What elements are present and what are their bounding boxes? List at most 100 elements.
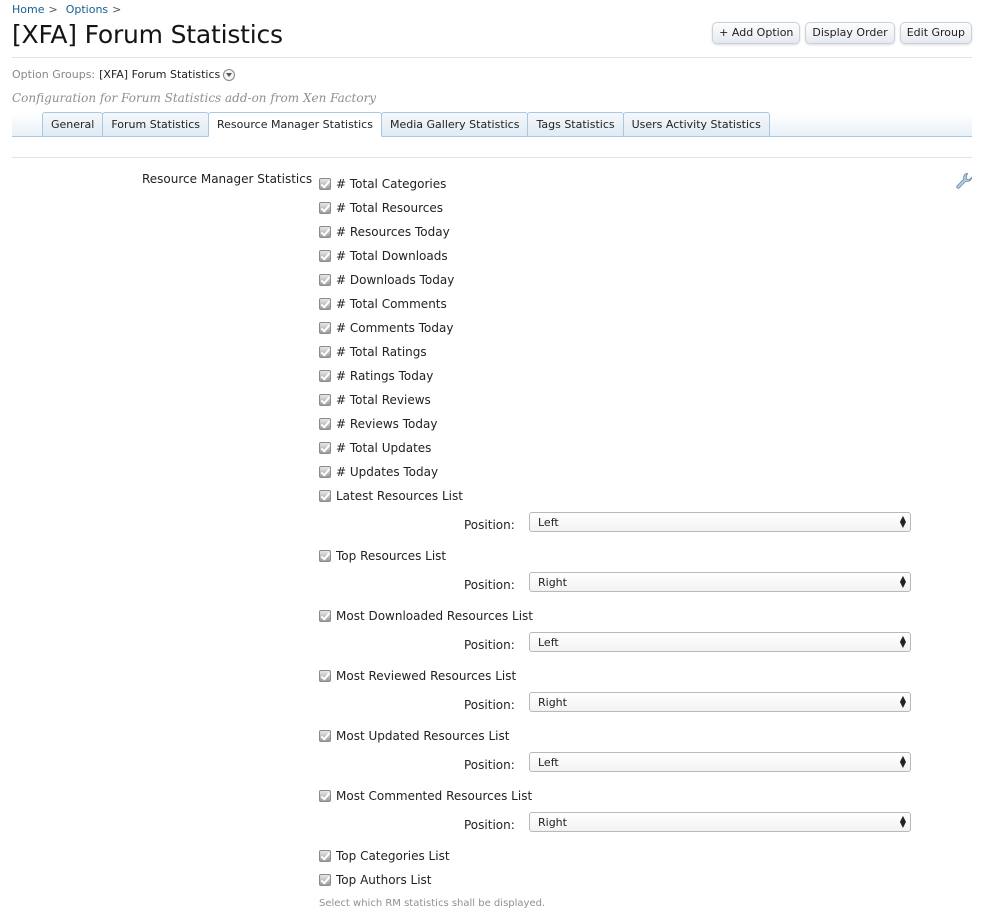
- checkbox-label: # Total Updates: [336, 441, 432, 455]
- position-label: Position:: [464, 698, 515, 712]
- checkbox-label: # Updates Today: [336, 465, 439, 479]
- checkbox[interactable]: [319, 670, 331, 682]
- checkbox[interactable]: [319, 418, 331, 430]
- checkbox[interactable]: [319, 730, 331, 742]
- checkbox[interactable]: [319, 610, 331, 622]
- tab-resource-manager-statistics[interactable]: Resource Manager Statistics: [208, 112, 382, 137]
- checkbox[interactable]: [319, 250, 331, 262]
- checkbox[interactable]: [319, 274, 331, 286]
- checkbox-option[interactable]: # Total Downloads: [319, 244, 919, 268]
- divider: [12, 157, 972, 158]
- breadcrumb-home-link[interactable]: Home: [12, 3, 44, 16]
- checkbox[interactable]: [319, 490, 331, 502]
- checkbox-label: Top Categories List: [336, 849, 450, 863]
- checkbox-option[interactable]: Most Downloaded Resources List: [319, 604, 919, 628]
- tab-tags-statistics[interactable]: Tags Statistics: [527, 112, 624, 136]
- checkbox[interactable]: [319, 202, 331, 214]
- position-label: Position:: [464, 578, 515, 592]
- checkbox-option[interactable]: Most Commented Resources List: [319, 784, 919, 808]
- checkbox-label: Top Resources List: [336, 549, 447, 563]
- wrench-icon[interactable]: [955, 172, 973, 190]
- checkbox[interactable]: [319, 394, 331, 406]
- checkbox[interactable]: [319, 850, 331, 862]
- add-option-button[interactable]: + Add Option: [712, 22, 801, 44]
- checkbox-option[interactable]: # Updates Today: [319, 460, 919, 484]
- position-select[interactable]: Left ▲ ▼: [529, 752, 911, 772]
- position-row: Position: Left ▲ ▼: [319, 508, 919, 544]
- position-select-value: Right: [538, 696, 567, 709]
- display-order-button[interactable]: Display Order: [805, 22, 895, 44]
- checkbox-label: Most Updated Resources List: [336, 729, 510, 743]
- checkbox-option[interactable]: Most Reviewed Resources List: [319, 664, 919, 688]
- position-row: Position: Left ▲ ▼: [319, 628, 919, 664]
- checkbox[interactable]: [319, 322, 331, 334]
- checkbox-label: # Ratings Today: [336, 369, 434, 383]
- checkbox[interactable]: [319, 226, 331, 238]
- option-hint: Select which RM statistics shall be disp…: [319, 898, 546, 909]
- checkbox-label: Most Reviewed Resources List: [336, 669, 517, 683]
- checkbox-label: # Total Comments: [336, 297, 447, 311]
- tab-forum-statistics[interactable]: Forum Statistics: [102, 112, 210, 136]
- checkbox[interactable]: [319, 790, 331, 802]
- section-label: Resource Manager Statistics: [142, 172, 313, 186]
- position-select[interactable]: Right ▲ ▼: [529, 692, 911, 712]
- breadcrumb-separator: >: [112, 3, 122, 16]
- position-select[interactable]: Right ▲ ▼: [529, 572, 911, 592]
- select-arrows-icon: ▲ ▼: [899, 574, 906, 589]
- checkbox-label: # Total Reviews: [336, 393, 431, 407]
- breadcrumb: Home > Options >: [12, 3, 129, 16]
- edit-group-button[interactable]: Edit Group: [899, 22, 972, 44]
- checkbox-option[interactable]: # Reviews Today: [319, 412, 919, 436]
- select-arrows-icon: ▲ ▼: [899, 514, 906, 529]
- checkbox-option[interactable]: Top Resources List: [319, 544, 919, 568]
- checkbox-label: Most Commented Resources List: [336, 789, 533, 803]
- tab-general[interactable]: General: [42, 112, 104, 136]
- options-list: # Total Categories # Total Resources # Res…: [319, 172, 919, 909]
- page-title: [XFA] Forum Statistics: [12, 20, 283, 49]
- checkbox-option[interactable]: # Downloads Today: [319, 268, 919, 292]
- position-select[interactable]: Left ▲ ▼: [529, 512, 911, 532]
- position-select[interactable]: Left ▲ ▼: [529, 632, 911, 652]
- checkbox[interactable]: [319, 466, 331, 478]
- breadcrumb-separator: >: [48, 3, 58, 16]
- checkbox[interactable]: [319, 178, 331, 190]
- checkbox-label: # Comments Today: [336, 321, 454, 335]
- position-label: Position:: [464, 518, 515, 532]
- position-select-value: Left: [538, 636, 559, 649]
- checkbox-option[interactable]: Latest Resources List: [319, 484, 919, 508]
- checkbox-option[interactable]: # Comments Today: [319, 316, 919, 340]
- position-row: Position: Left ▲ ▼: [319, 748, 919, 784]
- checkbox[interactable]: [319, 550, 331, 562]
- checkbox-option[interactable]: # Ratings Today: [319, 364, 919, 388]
- position-select-value: Right: [538, 576, 567, 589]
- checkbox-option[interactable]: # Total Categories: [319, 172, 919, 196]
- checkbox-label: # Reviews Today: [336, 417, 438, 431]
- position-select[interactable]: Right ▲ ▼: [529, 812, 911, 832]
- select-arrows-icon: ▲ ▼: [899, 634, 906, 649]
- top-buttons: + Add Option Display Order Edit Group: [712, 22, 972, 44]
- checkbox-option[interactable]: Top Authors List: [319, 868, 919, 892]
- checkbox[interactable]: [319, 442, 331, 454]
- tab-users-activity-statistics[interactable]: Users Activity Statistics: [622, 112, 770, 136]
- checkbox-label: Latest Resources List: [336, 489, 463, 503]
- checkbox[interactable]: [319, 370, 331, 382]
- checkbox[interactable]: [319, 346, 331, 358]
- chevron-down-icon[interactable]: [223, 68, 236, 81]
- checkbox-option[interactable]: # Total Reviews: [319, 388, 919, 412]
- checkbox-label: # Total Downloads: [336, 249, 448, 263]
- option-groups-value[interactable]: [XFA] Forum Statistics: [99, 68, 220, 81]
- breadcrumb-options-link[interactable]: Options: [66, 3, 108, 16]
- checkbox-option[interactable]: # Total Comments: [319, 292, 919, 316]
- checkbox-option[interactable]: # Total Resources: [319, 196, 919, 220]
- checkbox[interactable]: [319, 874, 331, 886]
- checkbox-option[interactable]: # Total Ratings: [319, 340, 919, 364]
- tab-media-gallery-statistics[interactable]: Media Gallery Statistics: [380, 112, 529, 136]
- checkbox[interactable]: [319, 298, 331, 310]
- checkbox-option[interactable]: Most Updated Resources List: [319, 724, 919, 748]
- position-select-value: Left: [538, 756, 559, 769]
- checkbox-label: # Total Ratings: [336, 345, 427, 359]
- checkbox-option[interactable]: # Total Updates: [319, 436, 919, 460]
- checkbox-label: # Total Resources: [336, 201, 443, 215]
- checkbox-option[interactable]: # Resources Today: [319, 220, 919, 244]
- checkbox-option[interactable]: Top Categories List: [319, 844, 919, 868]
